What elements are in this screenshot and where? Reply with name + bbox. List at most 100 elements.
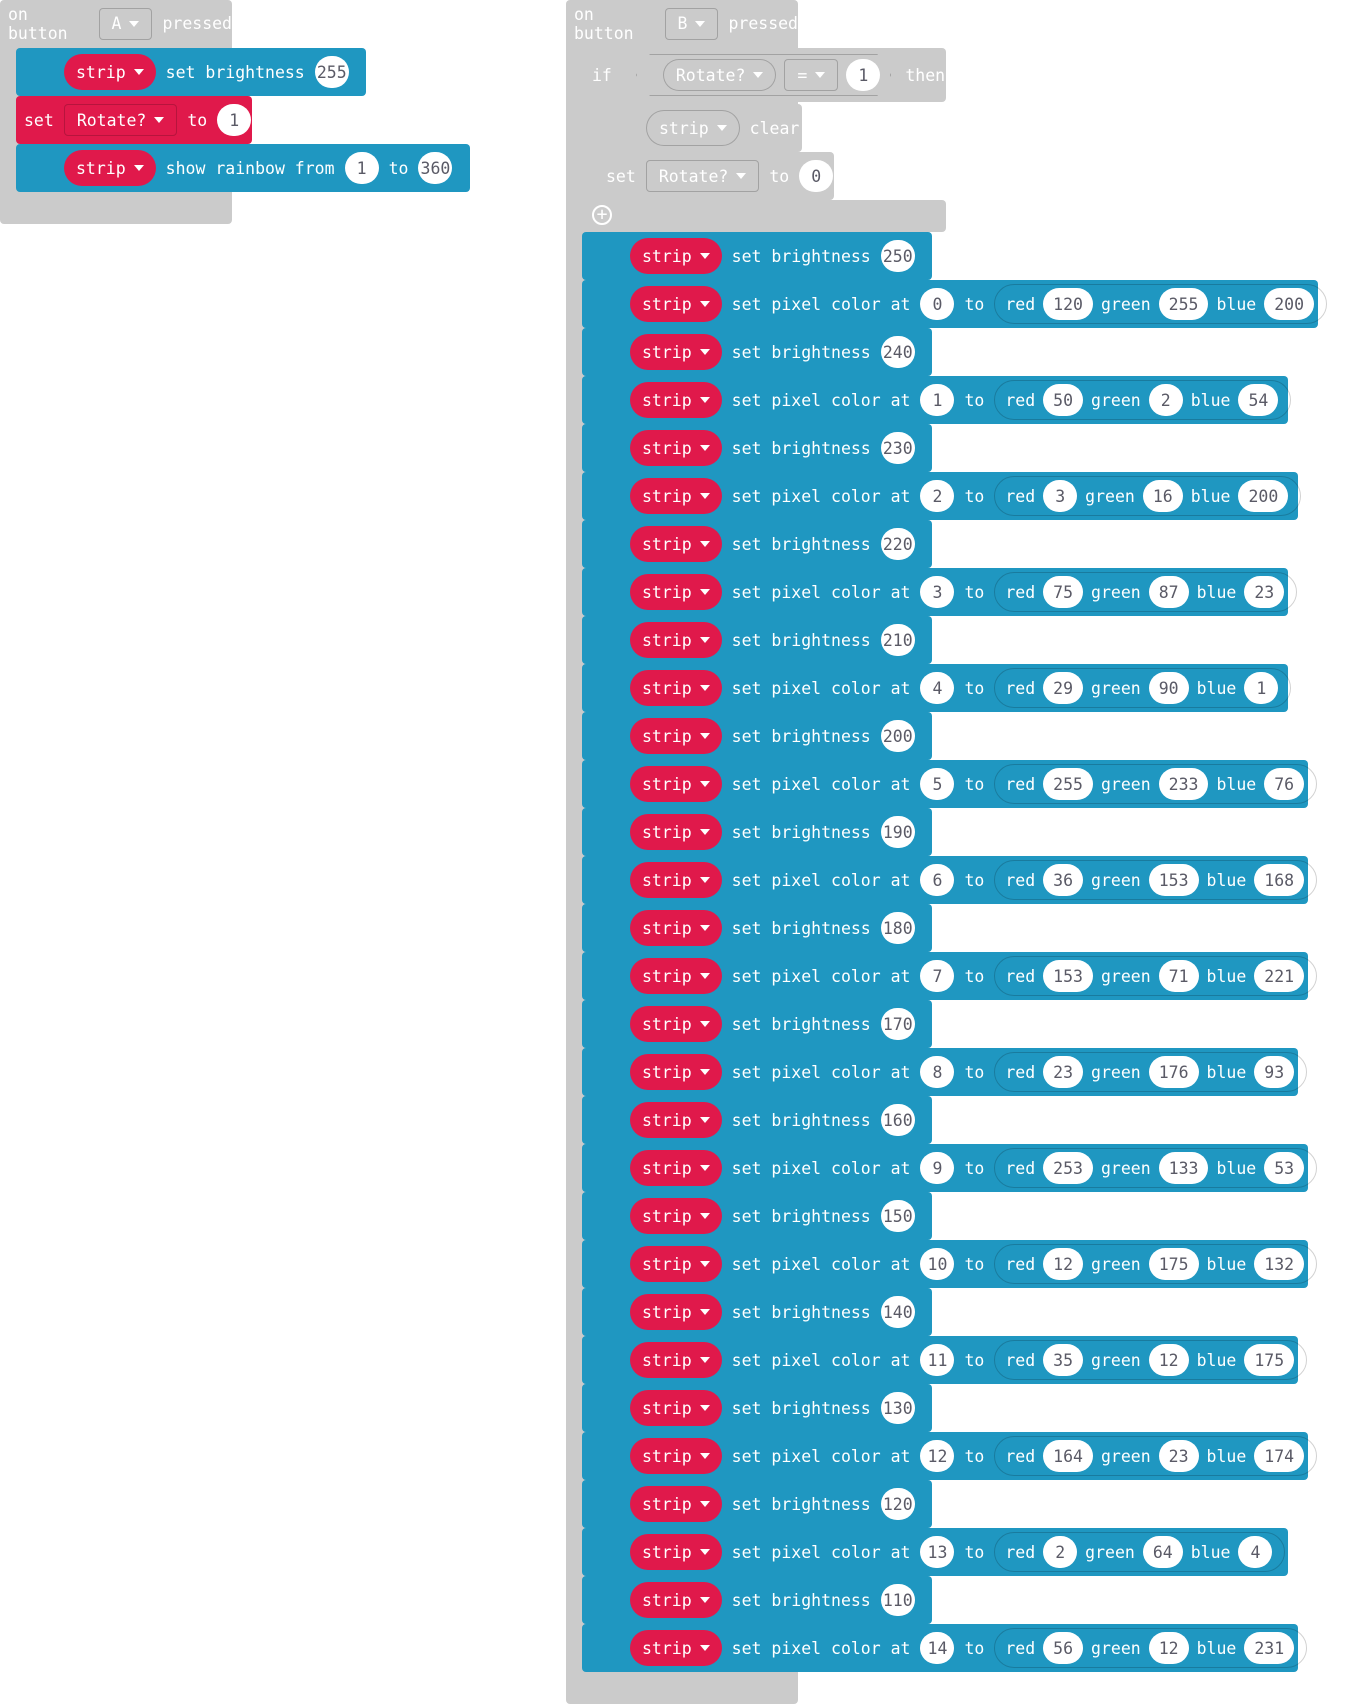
red-value[interactable]: 29 xyxy=(1043,672,1084,704)
brightness-value[interactable]: 240 xyxy=(880,336,915,368)
rgb-color-block[interactable]: red 12 green 175 blue 132 xyxy=(994,1244,1318,1284)
strip-set-pixel-color-block[interactable]: strip set pixel color at 10 to red 12 green 175… xyxy=(582,1240,1318,1288)
pixel-index[interactable]: 12 xyxy=(920,1440,955,1472)
rgb-color-block[interactable]: red 164 green 23 blue 174 xyxy=(994,1436,1318,1476)
red-value[interactable]: 12 xyxy=(1043,1248,1084,1280)
strip-set-brightness-block[interactable]: strip set brightness 110 xyxy=(582,1576,932,1624)
green-value[interactable]: 175 xyxy=(1148,1248,1199,1280)
green-value[interactable]: 255 xyxy=(1158,288,1209,320)
rgb-color-block[interactable]: red 153 green 71 blue 221 xyxy=(994,956,1318,996)
rgb-color-block[interactable]: red 50 green 2 blue 54 xyxy=(994,380,1292,420)
strip-dropdown[interactable]: strip xyxy=(630,430,722,466)
pixel-index[interactable]: 4 xyxy=(920,672,955,704)
blue-value[interactable]: 1 xyxy=(1244,672,1279,704)
strip-dropdown[interactable]: strip xyxy=(630,1582,722,1618)
strip-clear-block[interactable]: strip clear xyxy=(598,104,802,152)
strip-set-brightness-block[interactable]: strip set brightness 255 xyxy=(16,48,366,96)
brightness-value[interactable]: 220 xyxy=(880,528,915,560)
blue-value[interactable]: 53 xyxy=(1264,1152,1305,1184)
strip-dropdown[interactable]: strip xyxy=(630,1438,722,1474)
strip-set-pixel-color-block[interactable]: strip set pixel color at 7 to red 153 green 71 b… xyxy=(582,952,1318,1000)
compare-value[interactable]: 1 xyxy=(846,59,880,91)
strip-dropdown[interactable]: strip xyxy=(630,574,722,610)
strip-set-pixel-color-block[interactable]: strip set pixel color at 2 to red 3 green 16 blu… xyxy=(582,472,1302,520)
pixel-index[interactable]: 5 xyxy=(920,768,955,800)
pixel-index[interactable]: 9 xyxy=(920,1152,955,1184)
green-value[interactable]: 90 xyxy=(1148,672,1189,704)
rotate-variable-dropdown[interactable]: Rotate? xyxy=(663,59,777,91)
strip-dropdown[interactable]: strip xyxy=(630,958,722,994)
blue-value[interactable]: 168 xyxy=(1254,864,1305,896)
strip-set-brightness-block[interactable]: strip set brightness 130 xyxy=(582,1384,932,1432)
brightness-value[interactable]: 160 xyxy=(880,1104,915,1136)
add-else-icon[interactable]: + xyxy=(592,205,612,225)
rgb-color-block[interactable]: red 120 green 255 blue 200 xyxy=(994,284,1328,324)
green-value[interactable]: 233 xyxy=(1158,768,1209,800)
strip-dropdown[interactable]: strip xyxy=(64,150,156,186)
strip-set-pixel-color-block[interactable]: strip set pixel color at 11 to red 35 green 12 b… xyxy=(582,1336,1308,1384)
pixel-index[interactable]: 13 xyxy=(920,1536,955,1568)
strip-dropdown[interactable]: strip xyxy=(630,1246,722,1282)
rgb-color-block[interactable]: red 253 green 133 blue 53 xyxy=(994,1148,1318,1188)
button-a-dropdown[interactable]: A xyxy=(98,7,153,40)
operator-dropdown[interactable]: = xyxy=(784,59,838,91)
strip-set-brightness-block[interactable]: strip set brightness 120 xyxy=(582,1480,932,1528)
brightness-value[interactable]: 140 xyxy=(880,1296,915,1328)
rgb-color-block[interactable]: red 3 green 16 blue 200 xyxy=(994,476,1302,516)
rgb-color-block[interactable]: red 23 green 176 blue 93 xyxy=(994,1052,1308,1092)
strip-dropdown[interactable]: strip xyxy=(630,1486,722,1522)
brightness-value[interactable]: 180 xyxy=(880,912,915,944)
rgb-color-block[interactable]: red 35 green 12 blue 175 xyxy=(994,1340,1308,1380)
strip-dropdown[interactable]: strip xyxy=(630,1102,722,1138)
red-value[interactable]: 75 xyxy=(1043,576,1084,608)
green-value[interactable]: 71 xyxy=(1158,960,1199,992)
strip-set-brightness-block[interactable]: strip set brightness 220 xyxy=(582,520,932,568)
strip-set-brightness-block[interactable]: strip set brightness 180 xyxy=(582,904,932,952)
strip-dropdown[interactable]: strip xyxy=(630,526,722,562)
strip-set-brightness-block[interactable]: strip set brightness 190 xyxy=(582,808,932,856)
blue-value[interactable]: 200 xyxy=(1264,288,1315,320)
red-value[interactable]: 2 xyxy=(1043,1536,1078,1568)
strip-set-pixel-color-block[interactable]: strip set pixel color at 9 to red 253 green 133… xyxy=(582,1144,1318,1192)
strip-set-brightness-block[interactable]: strip set brightness 150 xyxy=(582,1192,932,1240)
strip-dropdown[interactable]: strip xyxy=(630,1150,722,1186)
strip-dropdown[interactable]: strip xyxy=(630,1342,722,1378)
pixel-index[interactable]: 3 xyxy=(920,576,955,608)
red-value[interactable]: 153 xyxy=(1043,960,1093,992)
strip-dropdown[interactable]: strip xyxy=(630,1534,722,1570)
red-value[interactable]: 3 xyxy=(1043,480,1078,512)
strip-dropdown[interactable]: strip xyxy=(630,238,722,274)
strip-dropdown[interactable]: strip xyxy=(630,1294,722,1330)
strip-dropdown[interactable]: strip xyxy=(646,110,740,146)
rgb-color-block[interactable]: red 75 green 87 blue 23 xyxy=(994,572,1298,612)
strip-set-pixel-color-block[interactable]: strip set pixel color at 3 to red 75 green 87 bl… xyxy=(582,568,1298,616)
strip-dropdown[interactable]: strip xyxy=(630,1390,722,1426)
strip-set-pixel-color-block[interactable]: strip set pixel color at 8 to red 23 green 176 b… xyxy=(582,1048,1308,1096)
green-value[interactable]: 87 xyxy=(1148,576,1189,608)
strip-dropdown[interactable]: strip xyxy=(630,766,722,802)
strip-set-brightness-block[interactable]: strip set brightness 240 xyxy=(582,328,932,376)
rgb-color-block[interactable]: red 36 green 153 blue 168 xyxy=(994,860,1318,900)
strip-set-brightness-block[interactable]: strip set brightness 140 xyxy=(582,1288,932,1336)
rgb-color-block[interactable]: red 56 green 12 blue 231 xyxy=(994,1628,1308,1668)
pixel-index[interactable]: 11 xyxy=(920,1344,955,1376)
pixel-index[interactable]: 14 xyxy=(920,1632,955,1664)
blue-value[interactable]: 231 xyxy=(1244,1632,1295,1664)
blue-value[interactable]: 132 xyxy=(1254,1248,1305,1280)
blue-value[interactable]: 221 xyxy=(1254,960,1305,992)
red-value[interactable]: 50 xyxy=(1043,384,1084,416)
blue-value[interactable]: 4 xyxy=(1238,1536,1273,1568)
red-value[interactable]: 255 xyxy=(1043,768,1093,800)
strip-set-pixel-color-block[interactable]: strip set pixel color at 0 to red 120 green 255… xyxy=(582,280,1328,328)
pixel-index[interactable]: 2 xyxy=(920,480,955,512)
rgb-color-block[interactable]: red 255 green 233 blue 76 xyxy=(994,764,1318,804)
if-block[interactable]: if Rotate? = 1 then xyxy=(582,48,946,102)
red-value[interactable]: 120 xyxy=(1043,288,1093,320)
set-rotate-zero-block[interactable]: set Rotate? to 0 xyxy=(598,152,834,200)
strip-dropdown[interactable]: strip xyxy=(630,1198,722,1234)
strip-set-brightness-block[interactable]: strip set brightness 250 xyxy=(582,232,932,280)
brightness-value[interactable]: 170 xyxy=(880,1008,915,1040)
pixel-index[interactable]: 0 xyxy=(920,288,955,320)
green-value[interactable]: 12 xyxy=(1148,1632,1189,1664)
brightness-value[interactable]: 150 xyxy=(880,1200,915,1232)
